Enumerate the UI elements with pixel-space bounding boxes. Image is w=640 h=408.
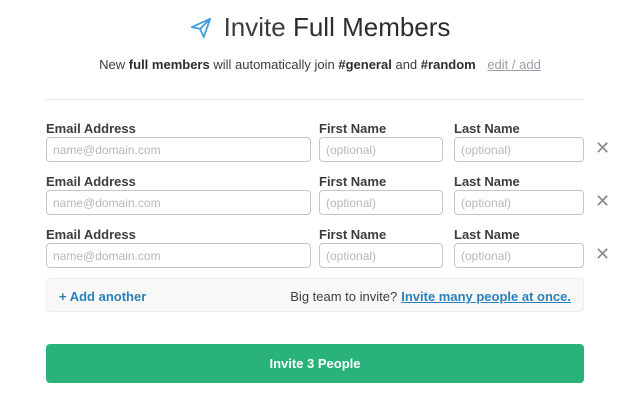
first-name-field[interactable]	[319, 243, 443, 268]
close-icon[interactable]: ✕	[595, 191, 610, 211]
channel-general: #general	[338, 57, 392, 72]
close-icon[interactable]: ✕	[595, 138, 610, 158]
subtitle-prefix: New	[99, 57, 126, 72]
last-name-label: Last Name	[454, 121, 520, 136]
email-field[interactable]	[46, 243, 311, 268]
add-another-button[interactable]: + Add another	[59, 289, 146, 304]
first-name-label: First Name	[319, 227, 387, 242]
channel-random: #random	[420, 57, 476, 72]
subtitle: New full members will automatically join…	[0, 57, 640, 72]
page-header: Invite Full Members	[0, 12, 640, 44]
last-name-label: Last Name	[454, 227, 520, 242]
page-title: Invite Full Members	[190, 12, 451, 43]
last-name-field[interactable]	[454, 243, 584, 268]
first-name-field[interactable]	[319, 190, 443, 215]
subtitle-and: and	[395, 57, 418, 72]
bulk-invite-prompt: Big team to invite? Invite many people at…	[290, 289, 571, 304]
first-name-label: First Name	[319, 174, 387, 189]
subtitle-middle: will automatically join	[213, 57, 335, 72]
email-label: Email Address	[46, 121, 136, 136]
email-label: Email Address	[46, 227, 136, 242]
title-light: Invite	[223, 12, 286, 42]
first-name-label: First Name	[319, 121, 387, 136]
last-name-label: Last Name	[454, 174, 520, 189]
email-field[interactable]	[46, 137, 311, 162]
invite-submit-button[interactable]: Invite 3 People	[46, 344, 584, 383]
first-name-field[interactable]	[319, 137, 443, 162]
email-field[interactable]	[46, 190, 311, 215]
subtitle-full-members: full members	[128, 57, 210, 72]
invite-row: Email Address First Name Last Name ✕	[46, 174, 616, 224]
close-icon[interactable]: ✕	[595, 244, 610, 264]
divider	[46, 99, 584, 100]
bulk-invite-text: Big team to invite?	[290, 289, 398, 304]
paper-plane-icon	[190, 17, 211, 38]
invite-row: Email Address First Name Last Name ✕	[46, 227, 616, 277]
last-name-field[interactable]	[454, 137, 584, 162]
email-label: Email Address	[46, 174, 136, 189]
edit-channels-link[interactable]: edit / add	[487, 57, 541, 72]
bulk-invite-link[interactable]: Invite many people at once.	[401, 289, 571, 304]
invite-row: Email Address First Name Last Name ✕	[46, 121, 616, 171]
add-another-bar: + Add another Big team to invite? Invite …	[46, 278, 584, 312]
title-strong: Full Members	[292, 12, 451, 42]
last-name-field[interactable]	[454, 190, 584, 215]
